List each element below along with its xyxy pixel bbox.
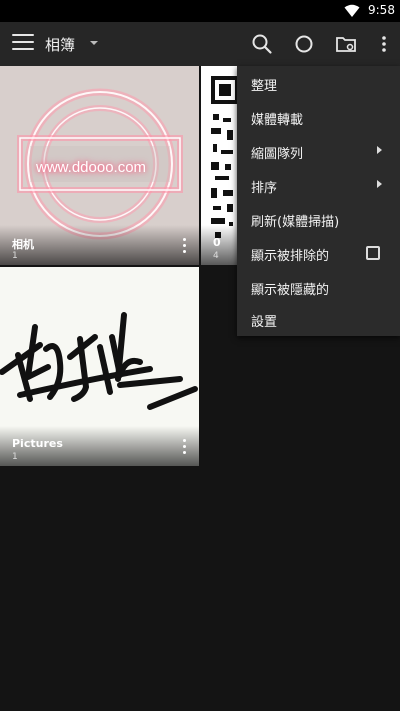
album-tile-camera[interactable]: www.ddooo.com 相机 1 [0, 66, 199, 265]
page-title[interactable]: 相簿 [45, 34, 75, 55]
menu-item-sort[interactable]: 排序 [237, 168, 400, 202]
chevron-down-icon[interactable] [87, 36, 101, 50]
album-count: 4 [213, 251, 219, 261]
menu-item-thumbnail-queue[interactable]: 縮圖隊列 [237, 134, 400, 168]
menu-icon[interactable] [12, 34, 34, 54]
submenu-arrow-icon [377, 146, 382, 154]
album-more-icon[interactable] [182, 238, 188, 254]
album-name: 相机 [12, 238, 34, 251]
status-bar: 9:58 [0, 0, 400, 22]
album-more-icon[interactable] [182, 439, 188, 455]
album-count: 1 [12, 251, 18, 261]
search-icon[interactable] [250, 32, 274, 56]
show-excluded-checkbox[interactable] [366, 246, 380, 260]
top-toolbar: 相簿 [0, 22, 400, 66]
menu-item-show-excluded[interactable]: 顯示被排除的 [237, 236, 400, 270]
menu-item-show-hidden[interactable]: 顯示被隱藏的 [237, 270, 400, 304]
submenu-arrow-icon [377, 180, 382, 188]
menu-item-settings[interactable]: 設置 [237, 302, 400, 336]
album-name: 0 [213, 236, 221, 249]
menu-item-organize[interactable]: 整理 [237, 66, 400, 100]
album-count: 1 [12, 452, 18, 462]
wifi-icon [344, 4, 360, 17]
menu-item-media-transfer[interactable]: 媒體轉載 [237, 100, 400, 134]
menu-item-refresh[interactable]: 刷新(媒體掃描) [237, 202, 400, 236]
more-vertical-icon[interactable] [372, 32, 396, 56]
circle-icon[interactable] [292, 32, 316, 56]
folder-settings-icon[interactable] [334, 32, 358, 56]
status-time: 9:58 [368, 3, 395, 17]
album-watermark-text: www.ddooo.com [36, 159, 147, 176]
overflow-menu: 整理 媒體轉載 縮圖隊列 排序 刷新(媒體掃描) 顯示被排除的 顯示被隱藏的 設… [237, 66, 400, 336]
album-name: Pictures [12, 437, 63, 450]
album-tile-pictures[interactable]: Pictures 1 [0, 267, 199, 466]
